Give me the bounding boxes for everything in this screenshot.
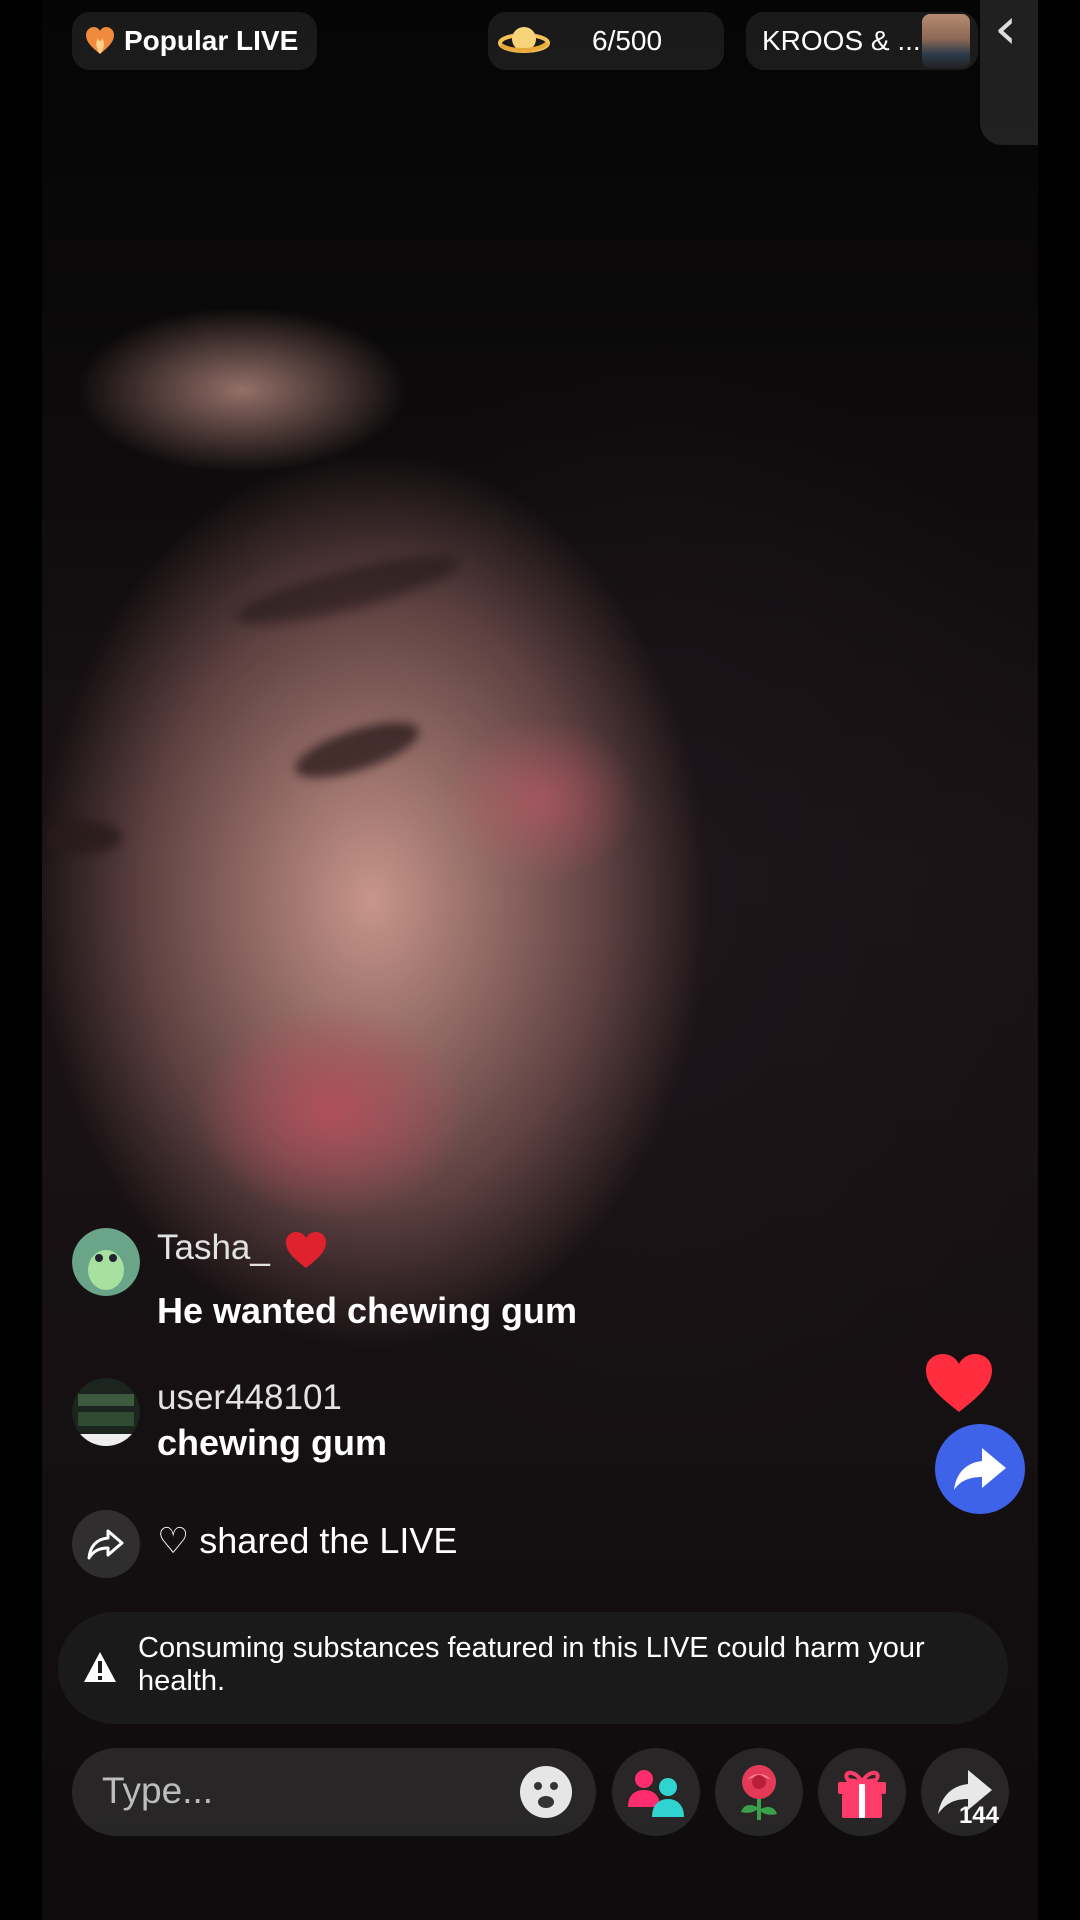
avatar[interactable]: [72, 1378, 140, 1446]
ranking-label: KROOS & ...: [762, 25, 921, 56]
warning-text: Consuming substances featured in this LI…: [138, 1632, 925, 1697]
comment-username[interactable]: user448101: [157, 1378, 342, 1418]
rose-gift-button[interactable]: [715, 1748, 803, 1836]
avatar[interactable]: [72, 1228, 140, 1296]
viewer-count-pill[interactable]: 6/500: [488, 12, 724, 70]
guests-button[interactable]: [612, 1748, 700, 1836]
comment-username[interactable]: Tasha_: [157, 1228, 270, 1268]
share-arrow-icon: [954, 1448, 1006, 1490]
chevron-left-icon: ‹: [994, 0, 1018, 62]
ranking-pill[interactable]: KROOS & ...: [746, 12, 978, 70]
gift-icon: [838, 1770, 886, 1818]
comment-message: He wanted chewing gum: [157, 1290, 578, 1331]
share-notice-text: ♡ shared the LIVE: [157, 1520, 458, 1561]
planet-icon: [498, 27, 550, 53]
comment-message: chewing gum: [157, 1422, 388, 1463]
share-count-button[interactable]: 144: [921, 1748, 1009, 1836]
collapse-panel-button[interactable]: ‹: [980, 0, 1038, 145]
like-heart-icon: [926, 1354, 992, 1412]
health-warning-banner: Consuming substances featured in this LI…: [58, 1612, 1008, 1724]
share-button[interactable]: [935, 1424, 1025, 1514]
warning-icon: [84, 1652, 116, 1682]
share-arrow-icon: [87, 1529, 124, 1560]
popular-live-pill[interactable]: Popular LIVE: [72, 12, 317, 70]
popular-live-label: Popular LIVE: [124, 25, 299, 56]
video-shape: [289, 710, 425, 790]
host-avatar: [922, 14, 970, 68]
video-shape: [42, 820, 122, 854]
video-shape: [230, 542, 464, 638]
emoji-icon[interactable]: [518, 1764, 574, 1820]
share-count: 144: [958, 1802, 999, 1829]
viewer-count: 6/500: [592, 25, 663, 56]
gift-button[interactable]: [818, 1748, 906, 1836]
share-circle: [72, 1510, 140, 1578]
comment-input[interactable]: Type...: [72, 1748, 596, 1836]
comment-input-placeholder: Type...: [102, 1770, 214, 1811]
heart-flame-icon: [86, 27, 114, 54]
people-icon: [628, 1770, 684, 1817]
rose-icon: [741, 1765, 777, 1820]
heart-icon: [286, 1232, 326, 1268]
